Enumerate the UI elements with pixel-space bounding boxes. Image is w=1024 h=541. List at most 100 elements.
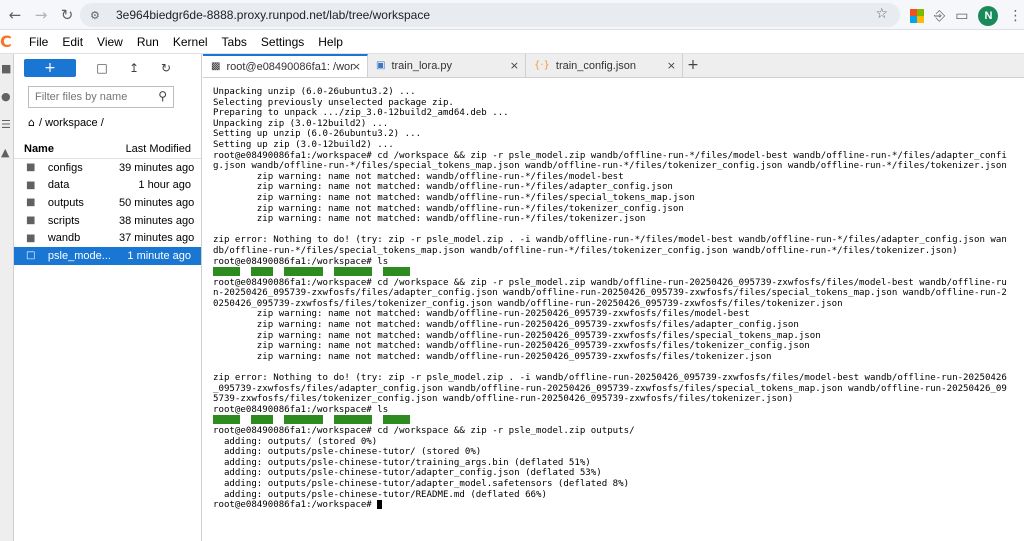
- new-launcher-button[interactable]: +: [24, 59, 76, 77]
- terminal-icon: ▩: [211, 61, 221, 72]
- filter-placeholder: Filter files by name: [35, 91, 128, 103]
- terminal-line: Unpacking zip (3.0-12build2) ...: [213, 118, 389, 129]
- terminal-line: db/offline-run-*/files/special_tokens_ma…: [213, 245, 958, 256]
- upload-icon[interactable]: ↥: [124, 61, 144, 75]
- ls-directory-entry: [333, 415, 373, 425]
- tab-train-lora[interactable]: ▣ train_lora.py ×: [368, 54, 526, 77]
- refresh-icon[interactable]: ↻: [156, 61, 176, 75]
- terminal-line: adding: outputs/psle-chinese-tutor/adapt…: [213, 468, 602, 479]
- terminal-line: zip error: Nothing to do! (try: zip -r p…: [213, 373, 1007, 384]
- browser-menu-icon[interactable]: ⋮: [1008, 8, 1022, 24]
- terminal-line: root@e08490086fa1:/workspace# cd /worksp…: [213, 426, 635, 436]
- tab-label: root@e08490086fa1: /work: [226, 60, 355, 73]
- address-bar[interactable]: ⚙ 3e964biedgr6de-8888.proxy.runpod.net/l…: [80, 3, 900, 27]
- terminal-line: root@e08490086fa1:/workspace# ls: [213, 404, 389, 415]
- terminal-prompt-line[interactable]: root@e08490086fa1:/workspace#: [213, 500, 1024, 511]
- extensions-puzzle-icon[interactable]: ⎆: [934, 8, 945, 24]
- ls-directory-entry: [284, 415, 323, 425]
- menu-view[interactable]: View: [90, 35, 130, 49]
- add-tab-icon[interactable]: +: [683, 54, 703, 77]
- file-modified: 39 minutes ago: [119, 161, 195, 174]
- menu-tabs[interactable]: Tabs: [215, 35, 254, 49]
- json-file-icon: {·}: [534, 60, 550, 71]
- file-row[interactable]: ■ wandb 37 minutes ago: [14, 229, 201, 247]
- terminal-line: zip warning: name not matched: wandb/off…: [213, 351, 772, 362]
- terminal-line: g.json wandb/offline-run-*/files/special…: [213, 161, 1007, 172]
- menu-settings[interactable]: Settings: [254, 35, 311, 49]
- folder-icon: ■: [26, 232, 36, 244]
- file-name: outputs: [47, 196, 84, 209]
- search-icon: ⚲: [158, 89, 167, 103]
- file-modified: 37 minutes ago: [119, 232, 195, 245]
- breadcrumb-path[interactable]: / workspace /: [39, 117, 104, 129]
- file-name: data: [47, 179, 70, 192]
- ls-output: [213, 415, 1024, 426]
- url-text: 3e964biedgr6de-8888.proxy.runpod.net/lab…: [116, 8, 430, 22]
- terminal-line: Setting up unzip (6.0-26ubuntu3.2) ...: [213, 129, 422, 140]
- close-icon[interactable]: ×: [667, 59, 676, 72]
- tab-terminal[interactable]: ▩ root@e08490086fa1: /work ×: [203, 54, 368, 77]
- site-info-icon[interactable]: ⚙: [90, 9, 106, 22]
- forward-icon[interactable]: →: [30, 4, 52, 26]
- close-icon[interactable]: ×: [510, 59, 519, 72]
- terminal-line: root@e08490086fa1:/workspace# cd /worksp…: [213, 277, 1007, 288]
- terminal-output[interactable]: Unpacking unzip (6.0-26ubuntu3.2) ... Sel…: [203, 79, 1024, 541]
- terminal-line: root@e08490086fa1:/workspace# ls: [213, 256, 389, 267]
- column-name-header[interactable]: Name: [14, 143, 125, 155]
- file-name: configs: [47, 161, 83, 174]
- reload-icon[interactable]: ↻: [56, 4, 78, 26]
- file-row[interactable]: ■ configs 39 minutes ago: [14, 159, 201, 177]
- terminal-line: _095739-zxwfosfs/files/adapter_config.js…: [213, 383, 1007, 394]
- menu-help[interactable]: Help: [311, 35, 350, 49]
- terminal-line: zip error: Nothing to do! (try: zip -r p…: [213, 235, 1007, 246]
- terminal-line: Unpacking unzip (6.0-26ubuntu3.2) ...: [213, 87, 416, 97]
- file-modified: 38 minutes ago: [119, 214, 195, 227]
- terminal-line: zip warning: name not matched: wandb/off…: [213, 320, 799, 331]
- terminal-line: adding: outputs/psle-chinese-tutor/train…: [213, 457, 591, 468]
- folder-icon: ■: [26, 162, 36, 174]
- ls-output: [213, 267, 1024, 278]
- menu-edit[interactable]: Edit: [55, 35, 90, 49]
- new-folder-icon[interactable]: □: [92, 61, 112, 75]
- menu-kernel[interactable]: Kernel: [166, 35, 215, 49]
- terminal-cursor: [377, 500, 383, 510]
- extension-manager-icon[interactable]: ▲: [1, 146, 13, 160]
- terminal-line: zip warning: name not matched: wandb/off…: [213, 171, 624, 182]
- close-icon[interactable]: ×: [352, 60, 361, 73]
- tab-train-config[interactable]: {·} train_config.json ×: [526, 54, 683, 77]
- file-row[interactable]: ■ scripts 38 minutes ago: [14, 212, 201, 230]
- filter-files-input[interactable]: Filter files by name ⚲: [28, 86, 174, 108]
- file-list: ■ configs 39 minutes ago ■ data 1 hour ago ■ ou…: [14, 159, 201, 265]
- column-modified-header[interactable]: Last Modified: [125, 143, 201, 155]
- file-row[interactable]: ■ data 1 hour ago: [14, 177, 201, 195]
- ls-directory-entry: [213, 267, 241, 277]
- menu-run[interactable]: Run: [130, 35, 166, 49]
- file-row[interactable]: □ psle_mode... 1 minute ago: [14, 246, 201, 265]
- ls-directory-entry: [284, 267, 323, 277]
- back-icon[interactable]: ←: [4, 4, 26, 26]
- terminal-line: zip warning: name not matched: wandb/off…: [213, 203, 684, 214]
- bookmark-star-icon[interactable]: ☆: [875, 6, 888, 22]
- file-browser: + □ ↥ ↻ Filter files by name ⚲ ⌂ / works…: [14, 54, 202, 541]
- terminal-line: root@e08490086fa1:/workspace# cd /worksp…: [213, 150, 1007, 161]
- terminal-line: zip warning: name not matched: wandb/off…: [213, 182, 673, 193]
- sidebar-toggle-icon[interactable]: ▭: [955, 8, 968, 24]
- commands-icon[interactable]: ☰: [1, 118, 13, 132]
- ls-directory-entry: [383, 415, 411, 425]
- folder-icon: ■: [26, 215, 36, 227]
- microsoft-extension-icon[interactable]: [910, 9, 924, 23]
- jupyter-logo-icon: C: [0, 31, 12, 51]
- file-name: psle_mode...: [47, 249, 111, 262]
- terminal-line: n-20250426_095739-zxwfosfs/files/adapter…: [213, 288, 1007, 299]
- menu-file[interactable]: File: [22, 35, 55, 49]
- running-icon[interactable]: ●: [1, 90, 13, 104]
- profile-avatar[interactable]: N: [978, 6, 999, 26]
- file-row[interactable]: ■ outputs 50 minutes ago: [14, 194, 201, 212]
- home-icon[interactable]: ⌂: [28, 116, 35, 129]
- ls-directory-entry: [213, 415, 241, 425]
- tab-label: train_lora.py: [391, 59, 452, 72]
- folder-icon[interactable]: ■: [1, 62, 13, 76]
- tab-bar: ▩ root@e08490086fa1: /work × ▣ train_lor…: [203, 54, 1024, 78]
